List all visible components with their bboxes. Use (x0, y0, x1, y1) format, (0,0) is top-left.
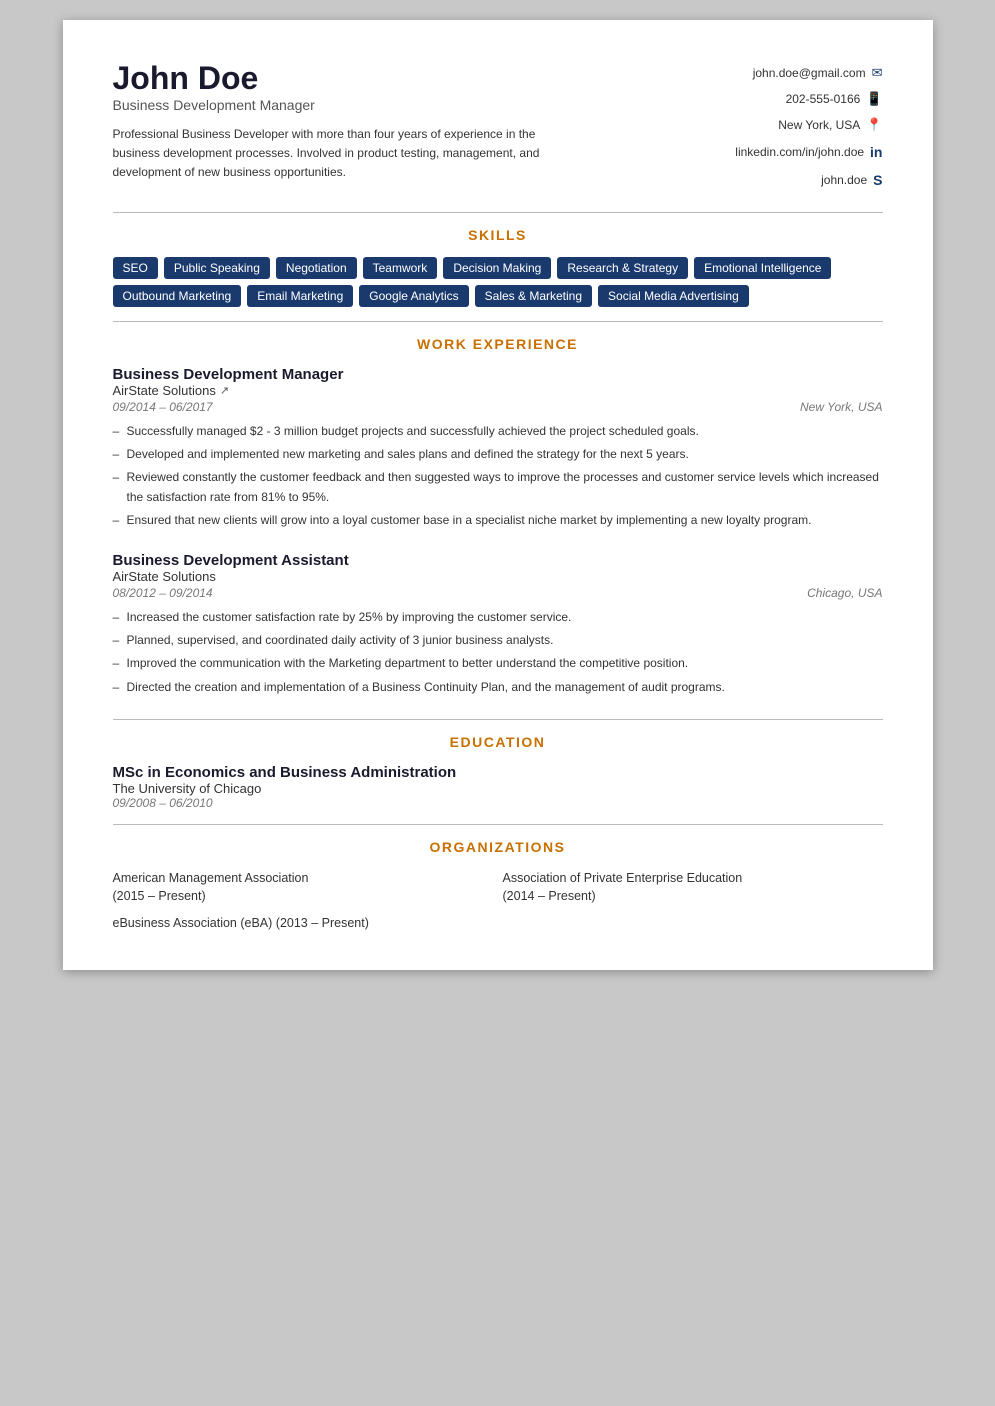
bullet-item: Ensured that new clients will grow into … (113, 511, 883, 530)
job-dates: 09/2014 – 06/2017 (113, 400, 213, 414)
skill-tag: Research & Strategy (557, 257, 688, 279)
contact-email: john.doe@gmail.com ✉ (735, 60, 882, 86)
org-item: American Management Association (2015 – P… (113, 869, 493, 907)
organizations-section: ORGANIZATIONS American Management Associ… (113, 839, 883, 931)
edu-degree: MSc in Economics and Business Administra… (113, 764, 883, 781)
candidate-title: Business Development Manager (113, 97, 736, 113)
location-text: New York, USA (778, 113, 860, 137)
org-divider-top (113, 824, 883, 825)
linkedin-text: linkedin.com/in/john.doe (735, 140, 864, 164)
skill-tag: Email Marketing (247, 285, 353, 307)
external-link-icon: ↗ (220, 384, 229, 397)
bullet-item: Increased the customer satisfaction rate… (113, 608, 883, 627)
edu-dates: 09/2008 – 06/2010 (113, 796, 883, 810)
org-grid: American Management Association (2015 – P… (113, 869, 883, 907)
skill-tag: Social Media Advertising (598, 285, 749, 307)
work-experience-section: WORK EXPERIENCE Business Development Man… (113, 336, 883, 697)
bullet-item: Successfully managed $2 - 3 million budg… (113, 422, 883, 441)
email-text: john.doe@gmail.com (753, 61, 866, 85)
header-left: John Doe Business Development Manager Pr… (113, 60, 736, 183)
job-location: New York, USA (800, 400, 882, 414)
skill-tag: Public Speaking (164, 257, 270, 279)
contact-linkedin: linkedin.com/in/john.doe in (735, 138, 882, 166)
org-single-container: eBusiness Association (eBA) (2013 – Pres… (113, 916, 883, 930)
job-dates: 08/2012 – 09/2014 (113, 586, 213, 600)
org-dates: (2014 – Present) (503, 889, 596, 903)
education-divider-top (113, 719, 883, 720)
org-single-item: eBusiness Association (eBA) (2013 – Pres… (113, 916, 883, 930)
job-title: Business Development Assistant (113, 552, 883, 569)
job-bullets: Successfully managed $2 - 3 million budg… (113, 422, 883, 530)
header-right: john.doe@gmail.com ✉ 202-555-0166 📱 New … (735, 60, 882, 194)
job-entry: Business Development Assistant AirState … (113, 552, 883, 697)
work-heading: WORK EXPERIENCE (113, 336, 883, 352)
job-title: Business Development Manager (113, 366, 883, 383)
phone-text: 202-555-0166 (786, 87, 861, 111)
job-company: AirState Solutions (113, 569, 883, 584)
contact-skype: john.doe S (735, 166, 882, 194)
header-section: John Doe Business Development Manager Pr… (113, 60, 883, 194)
skill-tag: SEO (113, 257, 158, 279)
email-icon: ✉ (872, 60, 883, 86)
job-location: Chicago, USA (807, 586, 882, 600)
bullet-item: Developed and implemented new marketing … (113, 445, 883, 464)
education-entry: MSc in Economics and Business Administra… (113, 764, 883, 810)
skills-divider-bottom (113, 321, 883, 322)
org-name: Association of Private Enterprise Educat… (503, 871, 743, 885)
education-section: EDUCATION MSc in Economics and Business … (113, 734, 883, 810)
job-company: AirState Solutions ↗ (113, 383, 883, 398)
job-meta: 08/2012 – 09/2014 Chicago, USA (113, 586, 883, 600)
skills-tags-container: SEO Public Speaking Negotiation TeamworkDec… (113, 257, 883, 307)
org-heading: ORGANIZATIONS (113, 839, 883, 855)
skills-section: SKILLS SEO Public Speaking Negotiation Team… (113, 227, 883, 307)
edu-school: The University of Chicago (113, 781, 883, 796)
skills-divider-top (113, 212, 883, 213)
bullet-item: Directed the creation and implementation… (113, 678, 883, 697)
phone-icon: 📱 (866, 86, 882, 112)
bullet-item: Improved the communication with the Mark… (113, 654, 883, 673)
jobs-container: Business Development Manager AirState So… (113, 366, 883, 697)
skill-tag: Negotiation (276, 257, 357, 279)
contact-location: New York, USA 📍 (735, 112, 882, 138)
org-item: Association of Private Enterprise Educat… (503, 869, 883, 907)
education-heading: EDUCATION (113, 734, 883, 750)
skill-tag: Decision Making (443, 257, 551, 279)
skill-tag: Outbound Marketing (113, 285, 242, 307)
skype-text: john.doe (821, 168, 867, 192)
bullet-item: Planned, supervised, and coordinated dai… (113, 631, 883, 650)
org-name: American Management Association (113, 871, 309, 885)
skill-tag: Emotional Intelligence (694, 257, 831, 279)
bullet-item: Reviewed constantly the customer feedbac… (113, 468, 883, 506)
org-dates: (2015 – Present) (113, 889, 206, 903)
job-bullets: Increased the customer satisfaction rate… (113, 608, 883, 697)
job-meta: 09/2014 – 06/2017 New York, USA (113, 400, 883, 414)
job-entry: Business Development Manager AirState So… (113, 366, 883, 530)
skills-heading: SKILLS (113, 227, 883, 243)
contact-phone: 202-555-0166 📱 (735, 86, 882, 112)
skill-tag: Teamwork (363, 257, 438, 279)
resume-document: John Doe Business Development Manager Pr… (63, 20, 933, 970)
candidate-summary: Professional Business Developer with mor… (113, 125, 573, 183)
skill-tag: Sales & Marketing (475, 285, 592, 307)
education-container: MSc in Economics and Business Administra… (113, 764, 883, 810)
linkedin-icon: in (870, 138, 882, 166)
skype-icon: S (873, 166, 882, 194)
skill-tag: Google Analytics (359, 285, 468, 307)
location-icon: 📍 (866, 112, 882, 138)
candidate-name: John Doe (113, 60, 736, 97)
